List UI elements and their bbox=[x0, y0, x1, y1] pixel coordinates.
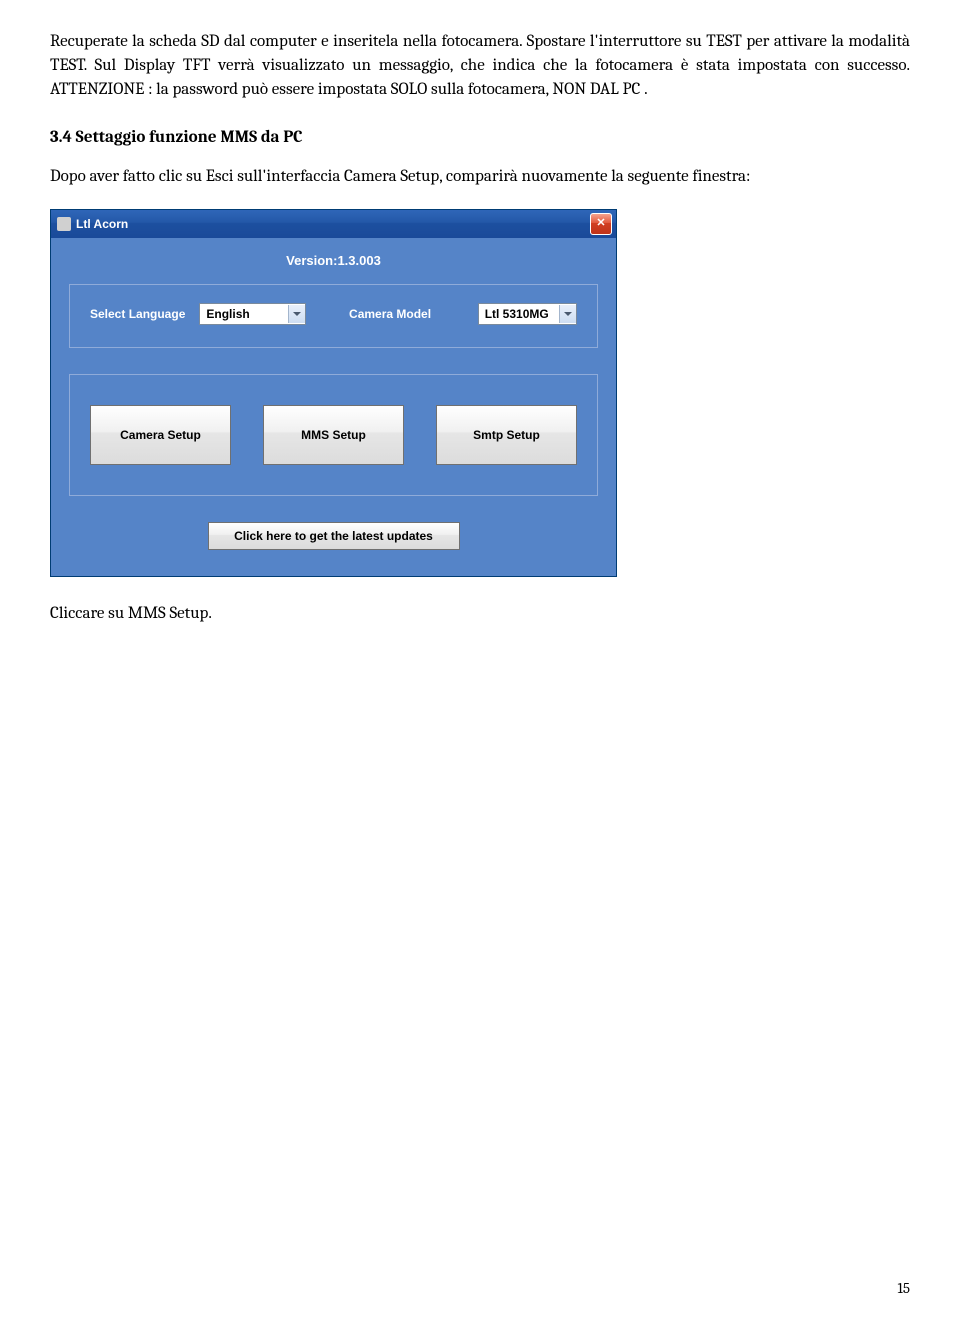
page-number: 15 bbox=[897, 1278, 910, 1299]
group-selects: Select Language English Camera Model Ltl… bbox=[69, 284, 598, 348]
button-row: Camera Setup MMS Setup Smtp Setup bbox=[90, 405, 577, 465]
label-camera-model: Camera Model bbox=[349, 306, 431, 323]
label-select-language: Select Language bbox=[90, 306, 185, 323]
dropdown-language-value: English bbox=[206, 306, 249, 323]
mms-setup-button[interactable]: MMS Setup bbox=[263, 405, 404, 465]
window-title: Ltl Acorn bbox=[76, 216, 128, 233]
titlebar: Ltl Acorn ✕ bbox=[51, 210, 616, 238]
app-icon bbox=[57, 217, 71, 231]
close-button[interactable]: ✕ bbox=[590, 213, 612, 235]
paragraph-intro: Recuperate la scheda SD dal computer e i… bbox=[50, 30, 910, 101]
dropdown-language[interactable]: English bbox=[199, 303, 306, 325]
dropdown-camera-model[interactable]: Ltl 5310MG bbox=[478, 303, 577, 325]
row-selects: Select Language English Camera Model Ltl… bbox=[90, 303, 577, 325]
update-button[interactable]: Click here to get the latest updates bbox=[208, 522, 460, 550]
app-body: Version:1.3.003 Select Language English … bbox=[51, 238, 616, 576]
titlebar-left: Ltl Acorn bbox=[57, 216, 128, 233]
smtp-setup-button[interactable]: Smtp Setup bbox=[436, 405, 577, 465]
chevron-down-icon bbox=[288, 305, 305, 323]
group-buttons: Camera Setup MMS Setup Smtp Setup bbox=[69, 374, 598, 496]
paragraph-before-image: Dopo aver fatto clic su Esci sull'interf… bbox=[50, 165, 910, 189]
paragraph-after-image: Cliccare su MMS Setup. bbox=[50, 602, 910, 626]
version-label: Version:1.3.003 bbox=[69, 246, 598, 284]
dropdown-camera-model-value: Ltl 5310MG bbox=[485, 306, 549, 323]
section-title: 3.4 Settaggio funzione MMS da PC bbox=[50, 126, 910, 150]
app-window: Ltl Acorn ✕ Version:1.3.003 Select Langu… bbox=[50, 209, 617, 577]
camera-setup-button[interactable]: Camera Setup bbox=[90, 405, 231, 465]
chevron-down-icon bbox=[559, 305, 576, 323]
update-row: Click here to get the latest updates bbox=[69, 522, 598, 550]
close-icon: ✕ bbox=[596, 216, 605, 231]
